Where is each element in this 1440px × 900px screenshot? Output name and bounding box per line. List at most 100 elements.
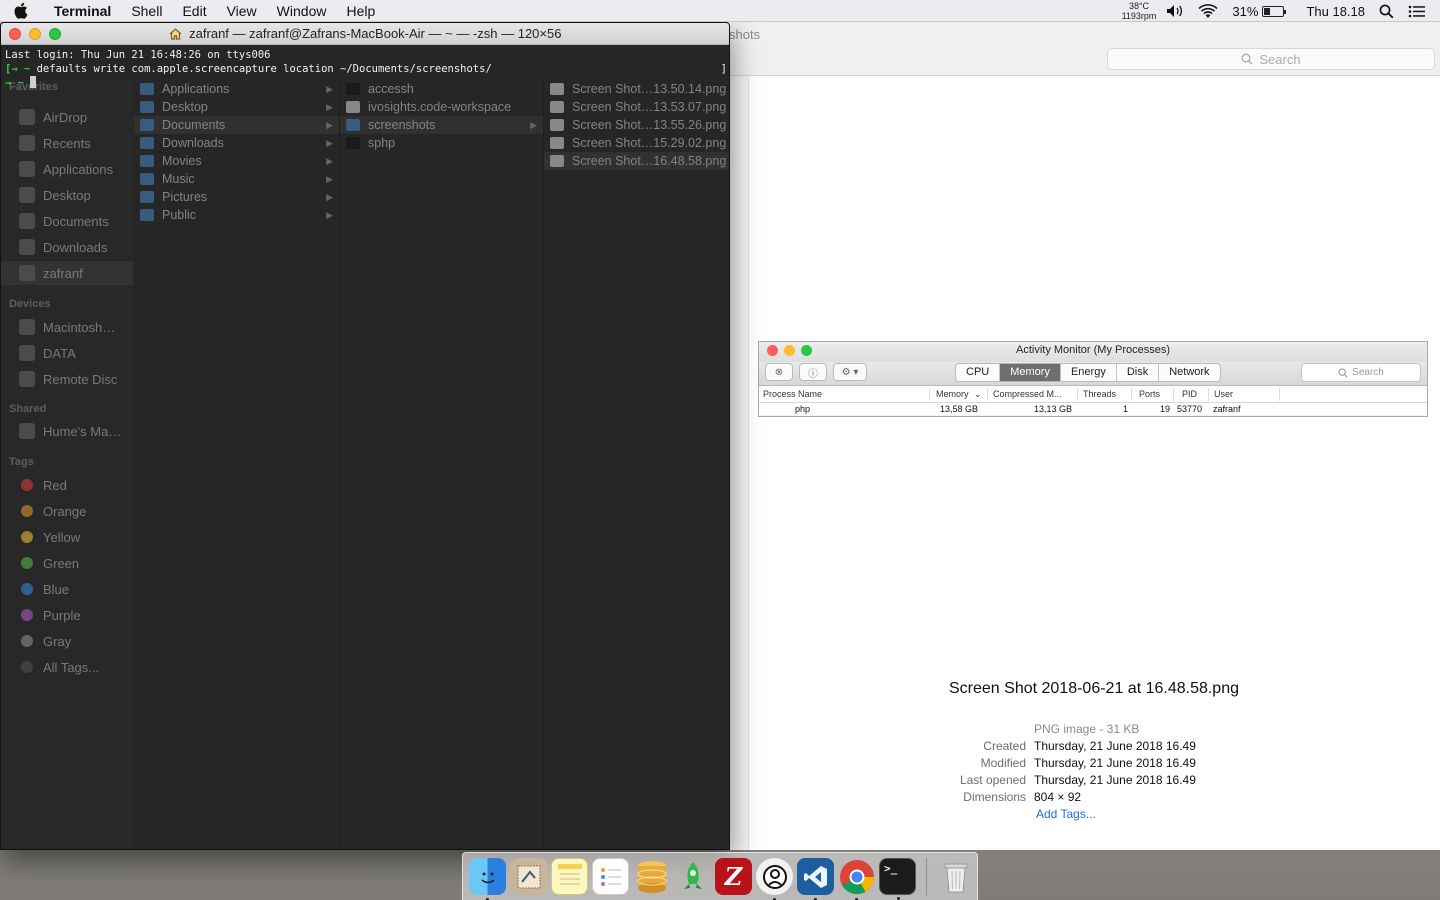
command-text: defaults write com.apple.screencapture l…	[36, 63, 492, 75]
info-created-label: Created	[983, 739, 1026, 753]
filezilla-app-icon[interactable]: Z	[715, 858, 752, 895]
close-window-icon[interactable]	[9, 28, 21, 40]
sidebar-item-remote-disc: Remote Disc	[1, 367, 133, 391]
rocket-app-icon[interactable]	[674, 858, 711, 895]
list-item: Documents ▶	[134, 116, 339, 134]
am-col-process-name: Process Name	[763, 389, 823, 399]
prompt-bracket: ]	[720, 63, 727, 75]
am-info-icon: ⓘ	[799, 363, 827, 381]
am-col-pid: PID	[1182, 389, 1198, 399]
menu-window[interactable]: Window	[267, 0, 337, 22]
terminal-line-prompt: → ~	[5, 76, 725, 90]
add-tags-link[interactable]: Add Tags...	[1036, 807, 1096, 821]
tag-dot-icon	[21, 557, 33, 569]
clock[interactable]: Thu 18.18	[1306, 4, 1365, 19]
all-tags-icon	[21, 661, 33, 673]
wifi-icon[interactable]	[1198, 3, 1218, 19]
battery-icon	[1262, 5, 1287, 17]
terminal-glyph: >_	[884, 862, 898, 875]
sidebar-item-label: AirDrop	[43, 109, 88, 125]
sidebar-item-home: zafranf	[1, 261, 133, 285]
tag-dot-icon	[21, 505, 33, 517]
search-icon	[1241, 53, 1253, 65]
terminal-app-icon[interactable]: >_	[879, 858, 916, 900]
prompt-arrow: [→ ~	[5, 63, 37, 75]
am-search-placeholder: Search	[1352, 367, 1384, 378]
menu-help[interactable]: Help	[336, 0, 385, 22]
list-item-label: Screen Shot…16.48.58.png	[572, 154, 727, 168]
terminal-output[interactable]: Last login: Thu Jun 21 16:48:26 on ttys0…	[1, 45, 729, 93]
folder-icon	[346, 119, 360, 131]
sidebar-item-desktop: Desktop	[1, 183, 133, 207]
minimize-window-icon[interactable]	[29, 28, 41, 40]
am-sort-chevron-icon: ⌄	[974, 389, 982, 399]
list-item: Screen Shot…13.53.07.png	[544, 98, 729, 116]
menu-shell[interactable]: Shell	[121, 0, 172, 22]
dock: Z >_	[462, 852, 978, 900]
spotlight-search-icon[interactable]	[1379, 4, 1394, 19]
file-kind: PNG image - 31 KB	[1034, 722, 1140, 736]
list-item: Public ▶	[134, 206, 339, 224]
info-dimensions-row: Dimensions 804 × 92	[748, 790, 1440, 807]
list-item: Movies ▶	[134, 152, 339, 170]
zoom-window-icon[interactable]	[49, 28, 61, 40]
sidebar-item-data: DATA	[1, 341, 133, 365]
sidebar-item-applications: Applications	[1, 157, 133, 181]
terminal-window[interactable]: zafranf — zafranf@Zafrans-MacBook-Air — …	[0, 22, 730, 850]
reminders-app-icon[interactable]	[592, 858, 629, 895]
downloads-icon	[19, 239, 35, 255]
sidebar-item-label: Orange	[43, 503, 87, 519]
am-gear-icon: ⚙ ▾	[833, 363, 867, 381]
am-row-name: php	[795, 404, 811, 414]
list-item-label: sphp	[368, 136, 396, 150]
menu-edit[interactable]: Edit	[172, 0, 216, 22]
menu-app-name[interactable]: Terminal	[40, 0, 121, 22]
desktop-icon	[19, 187, 35, 203]
finder-search-field[interactable]: Search	[1107, 48, 1435, 70]
file-icon	[346, 137, 360, 149]
temperature-widget[interactable]: 38°C 1193rpm	[1122, 1, 1157, 21]
apple-menu-icon[interactable]	[0, 2, 40, 19]
image-file-icon	[550, 119, 564, 131]
list-item: Pictures ▶	[134, 188, 339, 206]
chrome-app-icon[interactable]	[838, 858, 875, 900]
list-item-label: Music	[162, 172, 195, 186]
volume-icon[interactable]	[1166, 4, 1184, 18]
mail-stamp-app-icon[interactable]	[510, 858, 547, 895]
finder-search-placeholder: Search	[1259, 51, 1301, 67]
sidebar-item-documents: Documents	[1, 209, 133, 233]
am-close-icon	[767, 345, 778, 356]
battery-status[interactable]: 31%	[1232, 4, 1287, 19]
sidebar-devices-heading: Devices	[9, 298, 51, 310]
filezilla-glyph: Z	[724, 862, 743, 891]
am-col-user: User	[1214, 389, 1234, 399]
terminal-titlebar[interactable]: zafranf — zafranf@Zafrans-MacBook-Air — …	[1, 23, 729, 45]
home-icon	[19, 265, 35, 281]
info-dimensions-value: 804 × 92	[1034, 790, 1082, 804]
am-row-compressed: 13,13 GB	[1034, 404, 1073, 414]
tag-dot-icon	[21, 531, 33, 543]
notes-app-icon[interactable]	[551, 858, 588, 895]
trash-icon[interactable]	[937, 858, 974, 895]
info-dimensions-label: Dimensions	[963, 790, 1026, 804]
menu-view[interactable]: View	[217, 0, 267, 22]
am-row-user: zafranf	[1213, 404, 1241, 414]
vscode-app-icon[interactable]	[797, 858, 834, 900]
sequel-pro-app-icon[interactable]	[633, 858, 670, 895]
sidebar-tag-blue: Blue	[1, 577, 133, 601]
notification-center-icon[interactable]	[1408, 5, 1426, 18]
am-tab-memory: Memory	[1000, 364, 1061, 381]
info-created-value: Thursday, 21 June 2018 16.49	[1034, 739, 1196, 753]
preview-image: Activity Monitor (My Processes) ⊗ ⓘ ⚙ ▾ …	[758, 341, 1428, 417]
sidebar-item-label: Blue	[43, 581, 70, 597]
sidebar-item-label: zafranf	[43, 265, 83, 281]
sidebar-item-shared-mac: Hume's Ma…	[1, 419, 133, 443]
am-zoom-icon	[801, 345, 812, 356]
image-file-icon	[550, 101, 564, 113]
list-item: Screen Shot…13.55.26.png	[544, 116, 729, 134]
finder-app-icon[interactable]	[469, 858, 506, 900]
list-item-label: Movies	[162, 154, 202, 168]
sidebar-item-downloads: Downloads	[1, 235, 133, 259]
sidebar-shared-heading: Shared	[9, 403, 47, 415]
clock-app-icon[interactable]	[756, 858, 793, 900]
